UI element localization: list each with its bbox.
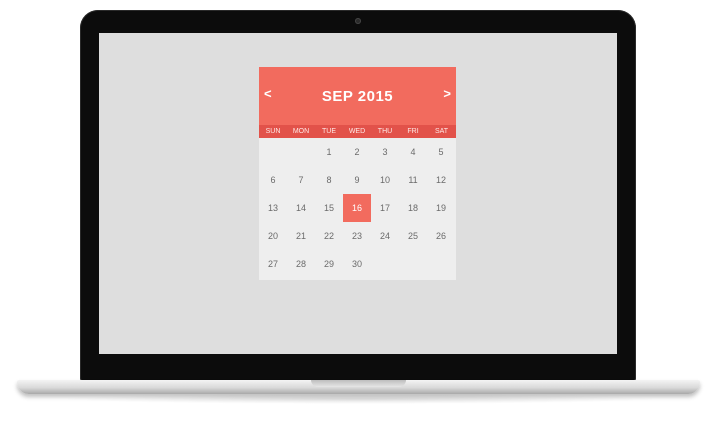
day-cell[interactable]: 21	[287, 222, 315, 250]
laptop-base-shadow	[60, 394, 660, 404]
day-cell[interactable]: 18	[399, 194, 427, 222]
next-month-button[interactable]: >	[443, 86, 451, 102]
week-row: 13 14 15 16 17 18 19	[259, 194, 456, 222]
weekday-wed: WED	[348, 128, 366, 135]
week-row: 6 7 8 9 10 11 12	[259, 166, 456, 194]
week-row: 20 21 22 23 24 25 26	[259, 222, 456, 250]
week-row: 1 2 3 4 5	[259, 138, 456, 166]
day-cell[interactable]: 19	[427, 194, 455, 222]
day-cell[interactable]: 14	[287, 194, 315, 222]
day-cell[interactable]: 6	[259, 166, 287, 194]
weekday-thu: THU	[377, 128, 393, 135]
day-cell[interactable]: 3	[371, 138, 399, 166]
calendar-header: < SEP 2015 >	[259, 67, 456, 125]
day-cell[interactable]: 7	[287, 166, 315, 194]
day-cell-empty	[287, 138, 315, 166]
day-cell[interactable]: 25	[399, 222, 427, 250]
day-cell[interactable]: 23	[343, 222, 371, 250]
day-cell[interactable]: 29	[315, 250, 343, 278]
day-cell[interactable]: 17	[371, 194, 399, 222]
day-cell[interactable]: 9	[343, 166, 371, 194]
day-cell[interactable]: 28	[287, 250, 315, 278]
day-cell-empty	[399, 250, 427, 278]
camera-icon	[355, 18, 361, 24]
day-cell[interactable]: 22	[315, 222, 343, 250]
month-year-title: SEP 2015	[321, 87, 394, 105]
weekday-sun: SUN	[265, 128, 281, 135]
weekday-fri: FRI	[407, 128, 419, 135]
day-cell[interactable]: 12	[427, 166, 455, 194]
day-cell-selected[interactable]: 16	[343, 194, 371, 222]
day-cell[interactable]: 30	[343, 250, 371, 278]
day-cell[interactable]: 15	[315, 194, 343, 222]
day-cell-empty	[259, 138, 287, 166]
calendar-days-grid: 1 2 3 4 5 6 7 8 9 10 11 12 13 14 15 16 1…	[259, 138, 456, 278]
day-cell[interactable]: 4	[399, 138, 427, 166]
weekday-header-row: SUN MON TUE WED THU FRI SAT	[259, 125, 456, 138]
day-cell-empty	[371, 250, 399, 278]
day-cell[interactable]: 26	[427, 222, 455, 250]
day-cell[interactable]: 13	[259, 194, 287, 222]
day-cell[interactable]: 27	[259, 250, 287, 278]
week-row: 27 28 29 30	[259, 250, 456, 278]
day-cell[interactable]: 11	[399, 166, 427, 194]
day-cell-empty	[427, 250, 455, 278]
day-cell[interactable]: 1	[315, 138, 343, 166]
weekday-tue: TUE	[322, 128, 336, 135]
day-cell[interactable]: 8	[315, 166, 343, 194]
day-cell[interactable]: 5	[427, 138, 455, 166]
day-cell[interactable]: 2	[343, 138, 371, 166]
day-cell[interactable]: 20	[259, 222, 287, 250]
prev-month-button[interactable]: <	[264, 86, 272, 102]
weekday-sat: SAT	[434, 128, 449, 135]
day-cell[interactable]: 10	[371, 166, 399, 194]
laptop-base-notch	[311, 380, 406, 387]
calendar-widget: < SEP 2015 > SUN MON TUE WED THU FRI SAT…	[259, 67, 456, 280]
weekday-mon: MON	[292, 128, 310, 135]
day-cell[interactable]: 24	[371, 222, 399, 250]
